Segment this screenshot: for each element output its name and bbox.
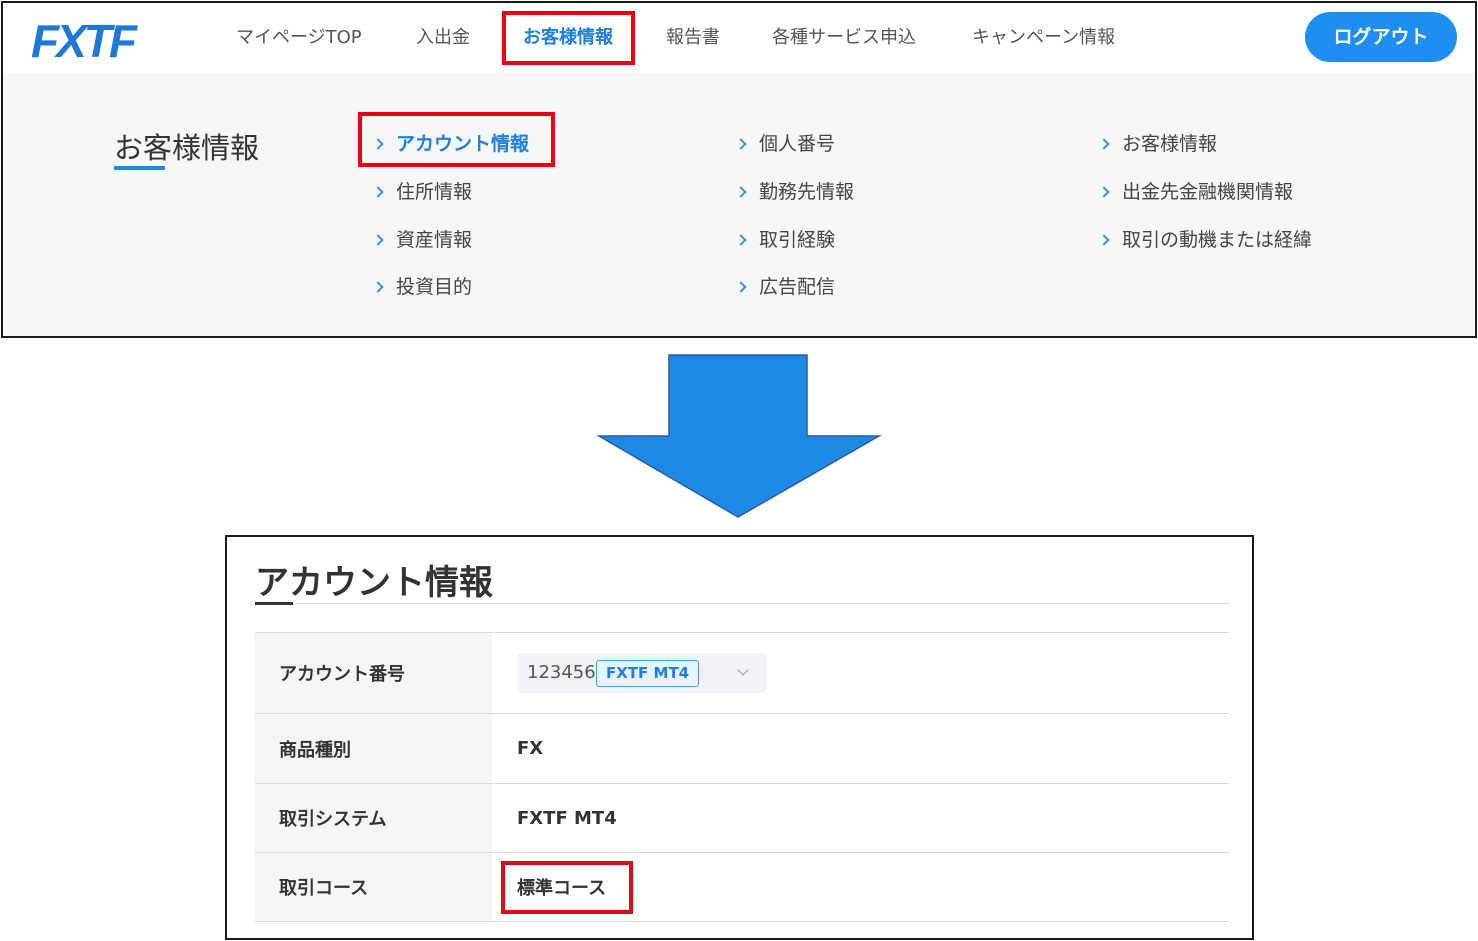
submenu-link-label: 個人番号 (759, 133, 836, 155)
submenu-link-label: 投資目的 (396, 276, 473, 298)
table-row: アカウント番号 123456 FXTF MT4 (255, 633, 1229, 714)
chevron-right-icon (372, 281, 384, 293)
submenu-link-withdrawal-bank-info[interactable]: 出金先金融機関情報 (1098, 177, 1294, 207)
account-select[interactable]: 123456 FXTF MT4 (517, 653, 767, 693)
submenu-link-address-info[interactable]: 住所情報 (372, 177, 473, 207)
nav-highlight-box (502, 11, 635, 65)
product-type-value: FX (517, 738, 544, 759)
chevron-right-icon (735, 138, 747, 150)
table-row: 商品種別 FX (255, 714, 1229, 784)
submenu-link-customer-info[interactable]: お客様情報 (1098, 129, 1218, 159)
submenu-link-investment-purpose[interactable]: 投資目的 (372, 272, 473, 302)
mypage-header-panel: FXTF マイページTOP 入出金 お客様情報 報告書 各種サービス申込 キャン… (1, 1, 1477, 338)
account-number-value: 123456 (527, 662, 596, 683)
submenu-link-ad-delivery[interactable]: 広告配信 (735, 272, 836, 302)
submenu-link-employer-info[interactable]: 勤務先情報 (735, 177, 855, 207)
account-info-card: アカウント情報 アカウント番号 123456 FXTF MT4 商品種別 FX … (225, 535, 1254, 940)
chevron-right-icon (735, 234, 747, 246)
submenu-title: お客様情報 (114, 131, 260, 165)
chevron-right-icon (1098, 186, 1110, 198)
nav-deposit-withdrawal[interactable]: 入出金 (416, 23, 470, 53)
submenu-title-underline (114, 166, 165, 170)
trading-system-label: 取引システム (255, 784, 492, 852)
chevron-right-icon (372, 186, 384, 198)
product-type-label: 商品種別 (255, 714, 492, 783)
table-row: 取引システム FXTF MT4 (255, 784, 1229, 853)
chevron-down-icon (737, 664, 749, 676)
nav-mypage-top[interactable]: マイページTOP (236, 23, 362, 53)
nav-reports[interactable]: 報告書 (666, 23, 720, 53)
nav-campaign-info[interactable]: キャンペーン情報 (972, 23, 1115, 53)
submenu-link-personal-number[interactable]: 個人番号 (735, 129, 836, 159)
down-arrow-icon (596, 354, 882, 518)
submenu-link-label: 出金先金融機関情報 (1122, 181, 1294, 203)
submenu-link-label: 取引経験 (759, 229, 836, 251)
submenu-link-label: お客様情報 (1122, 133, 1218, 155)
submenu-link-label: 住所情報 (396, 181, 473, 203)
chevron-right-icon (1098, 234, 1110, 246)
chevron-right-icon (372, 234, 384, 246)
submenu-link-asset-info[interactable]: 資産情報 (372, 225, 473, 255)
logout-button[interactable]: ログアウト (1305, 12, 1457, 62)
title-divider (255, 603, 1229, 604)
account-number-label: アカウント番号 (255, 633, 492, 713)
title-accent (255, 602, 293, 605)
top-nav-bar: FXTF マイページTOP 入出金 お客様情報 報告書 各種サービス申込 キャン… (3, 3, 1475, 73)
submenu-link-label: 資産情報 (396, 229, 473, 251)
submenu-link-label: 広告配信 (759, 276, 836, 298)
submenu-link-label: 勤務先情報 (759, 181, 855, 203)
submenu-highlight-box (358, 112, 555, 167)
chevron-right-icon (735, 186, 747, 198)
account-info-table: アカウント番号 123456 FXTF MT4 商品種別 FX 取引システム F… (255, 632, 1229, 922)
table-row: 取引コース 標準コース (255, 853, 1229, 922)
platform-badge: FXTF MT4 (596, 660, 700, 687)
chevron-right-icon (1098, 138, 1110, 150)
submenu-link-trading-motive[interactable]: 取引の動機または経緯 (1098, 225, 1313, 255)
fxtf-logo[interactable]: FXTF (31, 18, 137, 64)
chevron-right-icon (735, 281, 747, 293)
submenu-link-label: 取引の動機または経緯 (1122, 229, 1313, 251)
nav-service-application[interactable]: 各種サービス申込 (772, 23, 916, 53)
submenu-link-trading-experience[interactable]: 取引経験 (735, 225, 836, 255)
trading-system-value: FXTF MT4 (517, 807, 617, 829)
account-info-title: アカウント情報 (255, 563, 493, 603)
trading-course-label: 取引コース (255, 853, 492, 921)
trading-course-highlight-box (501, 861, 633, 914)
